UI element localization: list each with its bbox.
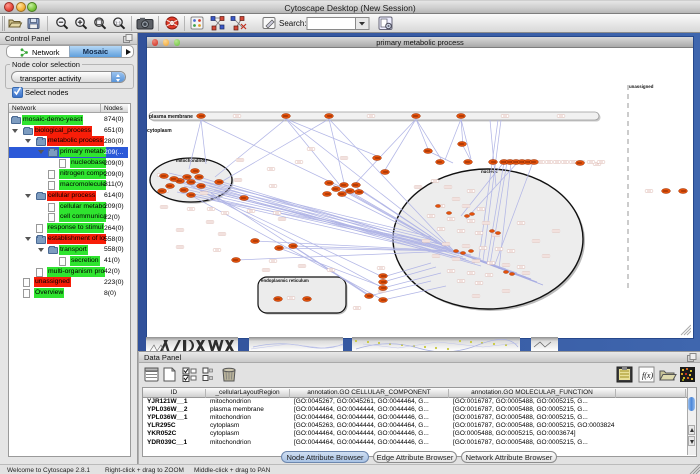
svg-text:nucleus: nucleus (481, 169, 498, 174)
svg-text:plasma membrane: plasma membrane (149, 114, 193, 120)
svg-text:1:1: 1:1 (115, 20, 122, 25)
svg-text:unassigned: unassigned (629, 84, 654, 89)
svg-text:Search:: Search: (279, 19, 307, 28)
svg-text:endoplasmic reticulum: endoplasmic reticulum (261, 278, 309, 283)
svg-text:f(x): f(x) (642, 371, 653, 380)
svg-text:cytoplasm: cytoplasm (147, 128, 172, 134)
